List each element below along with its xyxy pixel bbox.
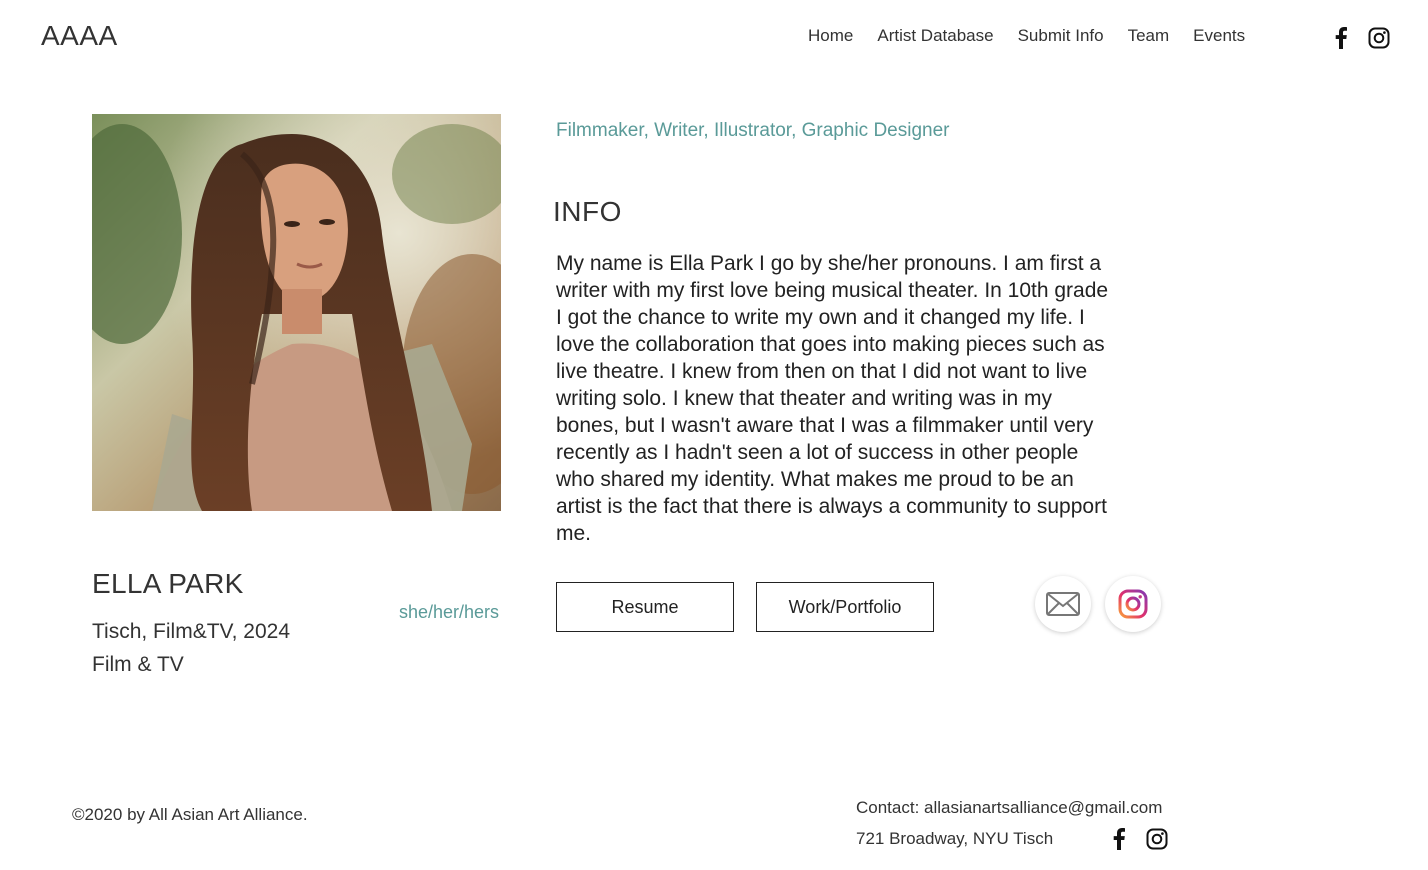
footer-social-bar [1108,828,1168,850]
footer-contact-email[interactable]: Contact: allasianartsalliance@gmail.com [856,798,1162,818]
artist-school: Tisch, Film&TV, 2024 [92,620,291,643]
header-social-bar [1330,27,1390,49]
instagram-icon[interactable] [1368,27,1390,49]
nav-artist-database[interactable]: Artist Database [877,26,993,46]
info-heading: INFO [553,196,622,227]
nav-submit-info[interactable]: Submit Info [1018,26,1104,46]
nav-team[interactable]: Team [1128,26,1170,46]
main-nav: Home Artist Database Submit Info Team Ev… [808,26,1269,46]
instagram-icon[interactable] [1105,576,1161,632]
mail-icon[interactable] [1035,576,1091,632]
facebook-icon[interactable] [1108,828,1130,850]
nav-home[interactable]: Home [808,26,853,46]
artist-program: Film & TV [92,653,184,676]
artist-pronouns: she/her/hers [399,602,500,622]
footer-address: 721 Broadway, NYU Tisch [856,829,1054,848]
portfolio-button[interactable]: Work/Portfolio [756,582,934,632]
artist-roles: Filmmaker, Writer, Illustrator, Graphic … [556,120,950,141]
resume-button[interactable]: Resume [556,582,734,632]
footer-copyright: ©2020 by All Asian Art Alliance. [72,805,308,824]
artist-portrait-photo [92,114,501,511]
artist-name: ELLA PARK [92,568,244,599]
facebook-icon[interactable] [1330,27,1352,49]
nav-events[interactable]: Events [1193,26,1245,46]
site-logo[interactable]: AAAA [41,20,118,52]
instagram-icon[interactable] [1146,828,1168,850]
artist-bio: My name is Ella Park I go by she/her pro… [556,252,1109,545]
